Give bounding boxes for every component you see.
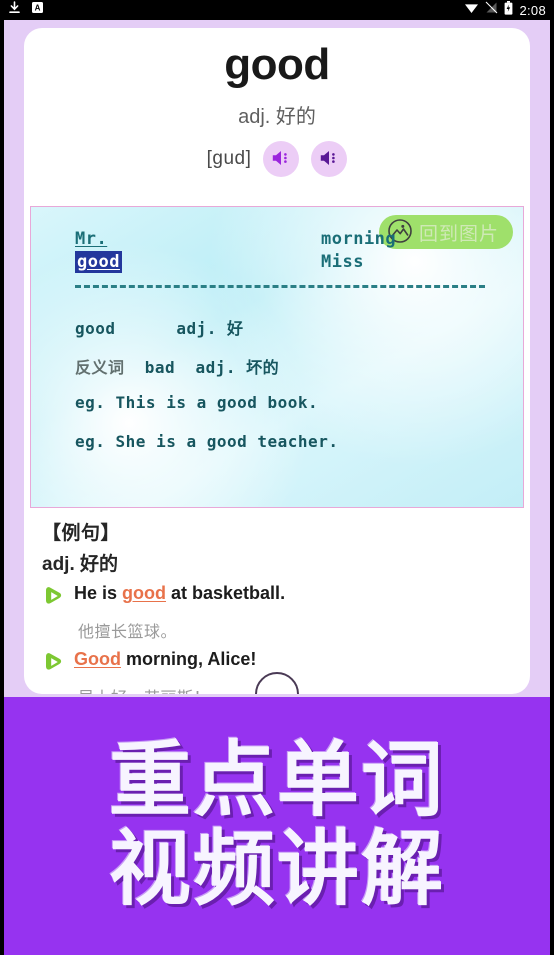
- slide-line-example-1: eg. This is a good book.: [75, 393, 319, 412]
- video-slide-panel[interactable]: 回到图片 Mr. good morning Miss good adj. 好 反…: [30, 206, 524, 508]
- slide-word-morning: morning: [321, 229, 397, 249]
- promo-banner[interactable]: 重点单词 视频讲解: [4, 697, 550, 955]
- play-icon[interactable]: [42, 584, 66, 613]
- promo-banner-line-2: 视频讲解: [108, 822, 445, 917]
- example-pos-label: adj. 好的: [42, 554, 119, 575]
- phonetic-row: [gud]: [24, 141, 530, 178]
- status-bar-right: 2:08: [464, 0, 546, 20]
- example-sentence-cn: 他擅长篮球。: [78, 624, 178, 641]
- play-icon[interactable]: [42, 650, 66, 679]
- word-title: good: [224, 40, 330, 89]
- example-item: He is good at basketball.: [42, 582, 512, 613]
- slide-line-definition: good adj. 好: [75, 319, 244, 338]
- svg-text:A: A: [35, 4, 41, 13]
- word-part-of-speech: adj. 好的: [238, 106, 316, 129]
- status-bar: A 2:08: [0, 0, 554, 20]
- speaker-button-us[interactable]: [311, 141, 348, 178]
- example-sentence-en: Good morning, Alice!: [74, 649, 257, 669]
- page-background: good adj. 好的 [gud] 回到图片 Mr. good morning…: [4, 20, 550, 697]
- battery-icon: [504, 0, 513, 20]
- slide-line-example-2: eg. She is a good teacher.: [75, 432, 339, 451]
- signal-off-icon: [485, 1, 498, 19]
- slide-word-good-selected: good: [75, 251, 122, 273]
- back-to-picture-label: 回到图片: [418, 223, 499, 245]
- promo-banner-line-1: 重点单词: [108, 733, 445, 829]
- back-to-picture-button[interactable]: 回到图片: [378, 215, 513, 249]
- app-badge-icon: A: [31, 1, 44, 19]
- download-icon: [8, 1, 21, 19]
- example-section: 【例句】 adj. 好的 He is good at basketball. 他…: [42, 518, 512, 694]
- slide-line-antonym: 反义词 bad adj. 坏的: [75, 358, 280, 377]
- example-sentence-en: He is good at basketball.: [74, 583, 286, 603]
- status-bar-clock: 2:08: [519, 2, 546, 18]
- status-bar-left: A: [8, 1, 44, 19]
- example-heading: 【例句】: [42, 523, 121, 544]
- phonetic-text: [gud]: [206, 148, 252, 170]
- speaker-button-uk[interactable]: [263, 141, 300, 178]
- wifi-icon: [464, 1, 479, 19]
- slide-word-miss: Miss: [321, 252, 364, 272]
- slide-word-mr: Mr.: [75, 229, 108, 249]
- screen-frame-right: [550, 20, 554, 955]
- word-detail-card: good adj. 好的 [gud] 回到图片 Mr. good morning…: [24, 28, 530, 694]
- speaker-icon: [271, 149, 292, 170]
- slide-divider: [75, 285, 485, 288]
- speaker-icon: [319, 149, 340, 170]
- app-screen: A 2:08 good adj. 好的 [gud] 回到图片 Mr. good …: [0, 0, 554, 955]
